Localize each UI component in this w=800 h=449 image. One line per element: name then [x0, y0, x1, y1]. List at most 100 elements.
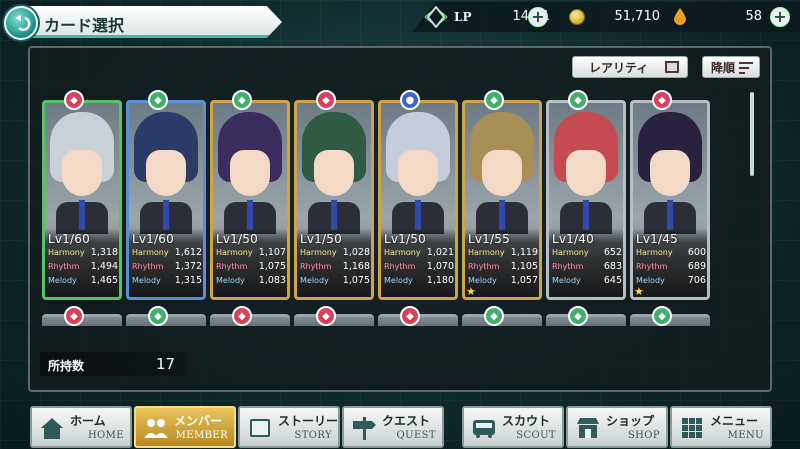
card-level: Lv1/50	[216, 232, 258, 246]
nav-label-en: MENU	[727, 430, 764, 441]
card-portrait-face	[566, 150, 606, 196]
card-portrait-face	[650, 150, 690, 196]
member-card[interactable]: Lv1/40 Harmony 652 Rhythm 683 Melody 645	[546, 100, 626, 300]
harmony-label: Harmony	[48, 248, 85, 257]
favorite-star-icon: ★	[634, 285, 644, 298]
home-icon	[41, 418, 63, 439]
rhythm-value: 1,075	[258, 261, 286, 272]
card-portrait-tie	[331, 200, 337, 230]
melody-row: Melody 1,465	[48, 274, 118, 288]
card-grid: Lv1/60 Harmony 1,318 Rhythm 1,494 Melody…	[40, 84, 746, 326]
rhythm-label: Rhythm	[216, 262, 248, 271]
attribute-red-icon: ◆	[316, 90, 336, 110]
owned-count-label: 所持数	[48, 359, 85, 373]
attribute-green-icon: ◆	[148, 306, 168, 326]
card-portrait-face	[314, 150, 354, 196]
lp-plus-button[interactable]: +	[528, 7, 548, 27]
bottom-nav: ホーム HOME メンバー MEMBER ストーリー STORY クエスト QU…	[0, 403, 800, 449]
melody-value: 1,180	[426, 275, 454, 286]
melody-label: Melody	[552, 276, 581, 285]
status-bar: LP 14/21 + 51,710 58 +	[412, 2, 800, 32]
card-stats: Lv1/50 Harmony 1,107 Rhythm 1,075 Melody…	[210, 228, 290, 300]
rhythm-value: 1,168	[342, 261, 370, 272]
member-card[interactable]: Lv1/60 Harmony 1,318 Rhythm 1,494 Melody…	[42, 100, 122, 300]
rhythm-label: Rhythm	[384, 262, 416, 271]
rhythm-value: 1,105	[510, 261, 538, 272]
nav-shop[interactable]: ショップ SHOP	[566, 406, 668, 448]
harmony-row: Harmony 652	[552, 246, 622, 260]
card-level: Lv1/50	[300, 232, 342, 246]
card-stats: Lv1/50 Harmony 1,021 Rhythm 1,070 Melody…	[378, 228, 458, 300]
member-card[interactable]: Lv1/45 Harmony 600 Rhythm 689 Melody 706…	[630, 100, 710, 300]
back-button[interactable]	[4, 6, 38, 40]
nav-story[interactable]: ストーリー STORY	[238, 406, 340, 448]
card-stats: Lv1/60 Harmony 1,318 Rhythm 1,494 Melody…	[42, 228, 122, 300]
attribute-green-icon: ◆	[568, 306, 588, 326]
attribute-red-icon: ◆	[400, 306, 420, 326]
rhythm-row: Rhythm 1,075	[216, 260, 286, 274]
sort-order-button[interactable]: 降順	[702, 56, 760, 78]
drop-plus-button[interactable]: +	[770, 7, 790, 27]
nav-member[interactable]: メンバー MEMBER	[134, 406, 236, 448]
attribute-green-icon: ◆	[484, 90, 504, 110]
nav-label-en: HOME	[87, 430, 124, 441]
scrollbar[interactable]	[750, 92, 754, 176]
harmony-value: 1,021	[426, 247, 454, 258]
member-card[interactable]: Lv1/50 Harmony 1,107 Rhythm 1,075 Melody…	[210, 100, 290, 300]
card-portrait-face	[62, 150, 102, 196]
melody-row: Melody 1,057	[468, 274, 538, 288]
melody-row: Melody 1,180	[384, 274, 454, 288]
nav-label-ja: メンバー	[174, 414, 223, 428]
rhythm-value: 683	[603, 261, 622, 272]
card-portrait-face	[230, 150, 270, 196]
lp-label: LP	[454, 10, 472, 24]
harmony-value: 1,028	[342, 247, 370, 258]
card-stats: Lv1/50 Harmony 1,028 Rhythm 1,168 Melody…	[294, 228, 374, 300]
coin-icon	[569, 9, 585, 25]
harmony-row: Harmony 600	[636, 246, 706, 260]
card-portrait-tie	[163, 200, 169, 230]
owned-count-value: 17	[156, 355, 176, 373]
harmony-value: 1,318	[90, 247, 118, 258]
melody-row: Melody 1,083	[216, 274, 286, 288]
harmony-label: Harmony	[552, 248, 589, 257]
harmony-value: 600	[687, 247, 706, 258]
member-card[interactable]: Lv1/60 Harmony 1,612 Rhythm 1,372 Melody…	[126, 100, 206, 300]
harmony-value: 1,612	[174, 247, 202, 258]
melody-row: Melody 706	[636, 274, 706, 288]
sort-order-label: 降順	[711, 60, 736, 75]
nav-home[interactable]: ホーム HOME	[30, 406, 132, 448]
rhythm-row: Rhythm 1,372	[132, 260, 202, 274]
shop-icon	[577, 418, 599, 438]
nav-scout[interactable]: スカウト SCOUT	[462, 406, 564, 448]
card-level: Lv1/60	[132, 232, 174, 246]
member-card[interactable]: Lv1/55 Harmony 1,119 Rhythm 1,105 Melody…	[462, 100, 542, 300]
attribute-red-icon: ◆	[652, 90, 672, 110]
harmony-row: Harmony 1,318	[48, 246, 118, 260]
melody-value: 1,083	[258, 275, 286, 286]
members-icon	[144, 419, 168, 438]
nav-label-en: SHOP	[627, 430, 660, 441]
melody-row: Melody 1,075	[300, 274, 370, 288]
bus-icon	[473, 420, 495, 438]
harmony-label: Harmony	[300, 248, 337, 257]
member-card[interactable]: Lv1/50 Harmony 1,028 Rhythm 1,168 Melody…	[294, 100, 374, 300]
rhythm-label: Rhythm	[132, 262, 164, 271]
card-level: Lv1/50	[384, 232, 426, 246]
melody-label: Melody	[48, 276, 77, 285]
nav-quest[interactable]: クエスト QUEST	[342, 406, 444, 448]
rhythm-row: Rhythm 1,494	[48, 260, 118, 274]
melody-value: 645	[603, 275, 622, 286]
sort-rarity-button[interactable]: レアリティ	[572, 56, 688, 78]
nav-label-en: STORY	[294, 430, 332, 441]
book-icon	[250, 419, 270, 437]
harmony-row: Harmony 1,119	[468, 246, 538, 260]
harmony-value: 1,107	[258, 247, 286, 258]
sort-field-icon	[665, 61, 679, 73]
back-arrow-icon	[15, 15, 31, 31]
attribute-red-icon: ◆	[64, 90, 84, 110]
nav-menu[interactable]: メニュー MENU	[670, 406, 772, 448]
attribute-blue-icon: ●	[400, 90, 420, 110]
member-card[interactable]: Lv1/50 Harmony 1,021 Rhythm 1,070 Melody…	[378, 100, 458, 300]
rhythm-row: Rhythm 1,168	[300, 260, 370, 274]
